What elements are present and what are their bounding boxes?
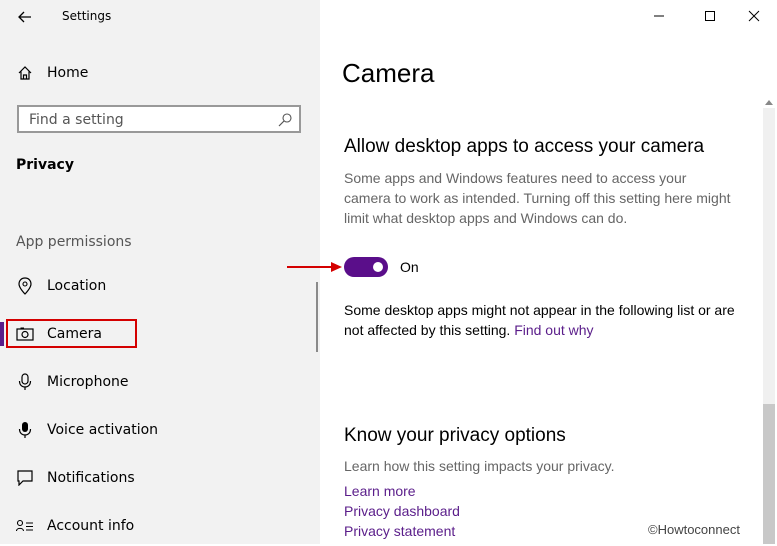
main-scrollbar-thumb[interactable]: [763, 404, 775, 544]
sidebar-item-account-info[interactable]: Account info: [0, 506, 316, 546]
find-out-why-link[interactable]: Find out why: [514, 322, 593, 338]
desktop-access-heading: Allow desktop apps to access your camera: [344, 136, 705, 157]
minimize-icon: [654, 15, 664, 17]
sidebar-item-label: Account info: [47, 518, 135, 534]
notifications-icon: [16, 469, 34, 487]
desktop-access-description: Some apps and Windows features need to a…: [344, 170, 731, 226]
section-label: App permissions: [16, 234, 132, 250]
learn-more-link[interactable]: Learn more: [344, 483, 416, 499]
maximize-button[interactable]: [687, 0, 733, 32]
toggle-state-label: On: [400, 259, 419, 275]
toggle-knob: [373, 262, 383, 272]
close-icon: [748, 10, 760, 22]
sidebar-item-home[interactable]: Home: [0, 53, 316, 93]
main-content: Camera Allow desktop apps to access your…: [320, 0, 777, 544]
sidebar-item-label: Voice activation: [47, 422, 159, 438]
window-title: Settings: [62, 9, 112, 23]
search-icon[interactable]: [277, 112, 293, 128]
sidebar-item-voice-activation[interactable]: Voice activation: [0, 410, 316, 450]
annotation-arrow-icon: [287, 262, 342, 272]
page-title: Camera: [342, 58, 435, 88]
sidebar-item-label: Microphone: [47, 374, 129, 390]
highlight-annotation: [6, 319, 137, 348]
category-heading: Privacy: [16, 157, 74, 173]
account-info-icon: [16, 517, 34, 535]
sidebar: Settings Home Privacy App permissions Lo…: [0, 0, 320, 544]
sidebar-item-label: Notifications: [47, 470, 135, 486]
sidebar-item-notifications[interactable]: Notifications: [0, 458, 316, 498]
search-input[interactable]: [27, 110, 271, 130]
sidebar-item-microphone[interactable]: Microphone: [0, 362, 316, 402]
sidebar-item-label: Location: [47, 278, 107, 294]
sidebar-item-label: Home: [47, 65, 89, 81]
watermark: ©Howtoconnect: [648, 522, 740, 537]
privacy-options-description: Learn how this setting impacts your priv…: [344, 458, 615, 474]
scroll-up-button[interactable]: [762, 96, 776, 108]
privacy-options-heading: Know your privacy options: [344, 425, 566, 446]
desktop-apps-note: Some desktop apps might not appear in th…: [344, 300, 754, 340]
sidebar-scrollbar[interactable]: [316, 282, 318, 352]
back-button[interactable]: [14, 6, 36, 28]
close-button[interactable]: [731, 0, 777, 32]
desktop-camera-toggle[interactable]: [344, 257, 388, 277]
minimize-button[interactable]: [636, 0, 682, 32]
privacy-dashboard-link[interactable]: Privacy dashboard: [344, 503, 460, 519]
voice-activation-icon: [16, 421, 34, 439]
privacy-statement-link[interactable]: Privacy statement: [344, 523, 455, 539]
sidebar-item-location[interactable]: Location: [0, 266, 316, 306]
maximize-icon: [705, 11, 715, 21]
home-icon: [16, 64, 34, 82]
scroll-up-icon: [765, 99, 773, 105]
location-icon: [16, 277, 34, 295]
microphone-icon: [16, 373, 34, 391]
search-box[interactable]: [17, 105, 301, 133]
back-arrow-icon: [18, 11, 31, 23]
